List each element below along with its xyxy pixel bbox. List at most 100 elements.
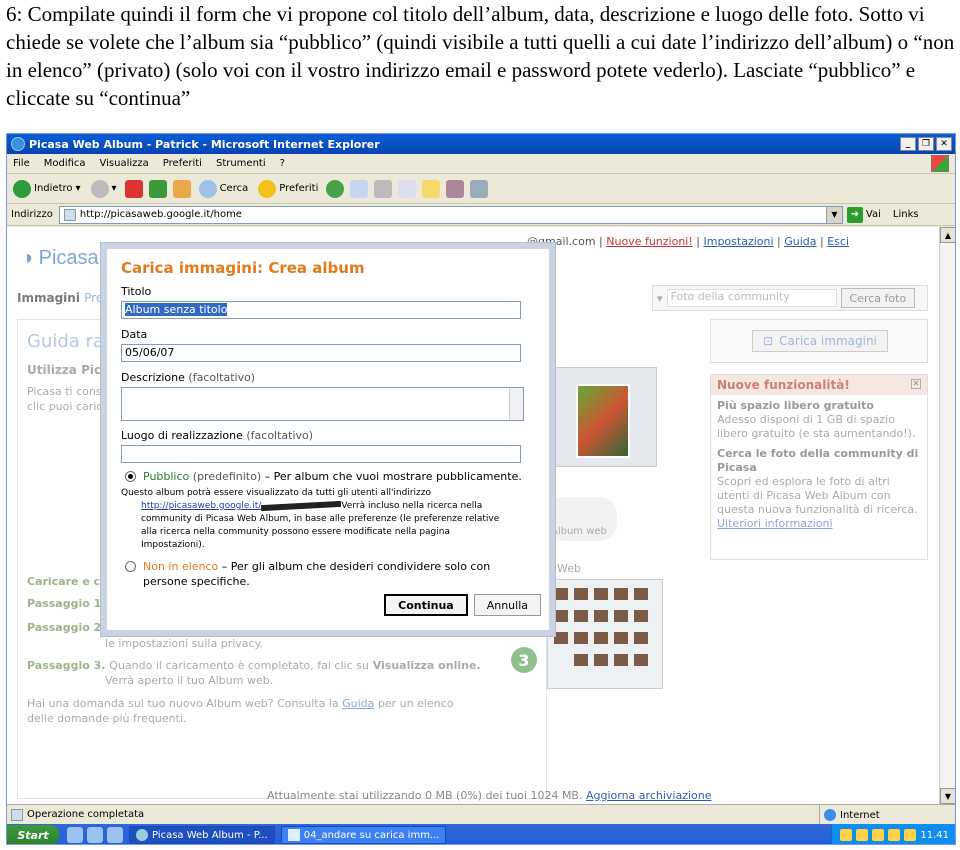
folder-quicklaunch-icon[interactable] <box>107 827 123 843</box>
stop-icon[interactable] <box>124 179 143 198</box>
address-url: http://picasaweb.google.it/home <box>79 209 242 220</box>
menu-file[interactable]: File <box>13 158 30 169</box>
home-icon[interactable] <box>172 179 191 198</box>
minimize-button[interactable]: _ <box>900 137 916 151</box>
continue-button[interactable]: Continua <box>384 594 468 616</box>
public-radio[interactable] <box>125 471 136 482</box>
date-label: Data <box>121 328 148 341</box>
window-title: Picasa Web Album - Patrick - Microsoft I… <box>29 137 380 151</box>
album-title-input[interactable]: Album senza titolo <box>121 301 521 319</box>
search-photos-button[interactable]: Cerca foto <box>840 288 916 308</box>
folder-icon[interactable] <box>422 179 441 198</box>
description-textarea[interactable] <box>121 387 524 421</box>
upgrade-storage-link[interactable]: Aggiorna archiviazione <box>586 789 712 802</box>
edit-icon[interactable] <box>398 179 417 198</box>
upload-images-button[interactable]: ⊡ Carica immagini <box>752 330 888 352</box>
print-icon[interactable] <box>374 179 393 198</box>
go-button[interactable]: ➜ Vai <box>846 206 881 223</box>
storage-footer: Attualmente stai utilizzando 0 MB (0%) d… <box>267 789 712 802</box>
go-arrow-icon: ➜ <box>846 206 863 223</box>
ie-quicklaunch-icon[interactable] <box>67 827 83 843</box>
album-date-input[interactable]: 05/06/07 <box>121 344 521 362</box>
more-info-link[interactable]: Ulteriori informazioni <box>717 517 833 530</box>
menu-strumenti[interactable]: Strumenti <box>216 158 266 169</box>
dialog-title: Carica immagini: Crea album <box>121 259 365 277</box>
tab-images[interactable]: Immagini <box>17 291 80 305</box>
picasa-logo: ◑ Picasa <box>21 247 99 269</box>
start-button[interactable]: Start <box>7 825 59 844</box>
tray-icon-3[interactable] <box>872 829 885 841</box>
scroll-up-icon[interactable]: ▲ <box>940 227 955 243</box>
community-search-input[interactable]: Foto della community <box>666 289 837 307</box>
textarea-scrollbar[interactable] <box>509 388 523 420</box>
guide-text-2: clic puoi caric <box>27 400 103 413</box>
news-paragraph-1: Adesso disponi di 1 GB di spazio libero … <box>717 413 916 440</box>
tray-icon-1[interactable] <box>840 829 853 841</box>
menu-preferiti[interactable]: Preferiti <box>163 158 202 169</box>
task-word-doc[interactable]: 04_andare su carica imm... <box>280 826 447 844</box>
address-bar: Indirizzo http://picasaweb.google.it/hom… <box>7 204 955 226</box>
public-url-link[interactable]: http://picasaweb.google.it/ <box>141 501 261 511</box>
menu-bar: File Modifica Visualizza Preferiti Strum… <box>7 154 955 174</box>
news-heading-2: Cerca le foto della community di Picasa <box>717 447 919 474</box>
page-icon <box>63 208 76 221</box>
guide-title: Guida ra <box>27 331 104 352</box>
faq-guide-link[interactable]: Guida <box>342 697 374 710</box>
close-button[interactable]: ✕ <box>936 137 952 151</box>
place-input[interactable] <box>121 445 521 463</box>
step-2: Passaggio 2. <box>27 621 106 634</box>
restore-button[interactable]: ❐ <box>918 137 934 151</box>
scroll-down-icon[interactable]: ▼ <box>940 788 955 804</box>
chevron-down-icon[interactable]: ▼ <box>825 206 842 223</box>
search-button[interactable]: Cerca <box>197 177 251 201</box>
step-3: Passaggio 3. Quando il caricamento è com… <box>27 659 481 672</box>
address-input[interactable]: http://picasaweb.google.it/home ▼ <box>58 205 843 224</box>
links-button[interactable]: Links <box>893 209 919 220</box>
news-heading-1: Più spazio libero gratuito <box>717 399 874 412</box>
task-picasa[interactable]: Picasa Web Album - P... <box>129 826 275 844</box>
exit-link[interactable]: Esci <box>827 235 849 248</box>
messenger-icon[interactable] <box>470 179 489 198</box>
create-album-dialog: Carica immagini: Crea album Titolo Album… <box>101 243 555 636</box>
back-button[interactable]: Indietro ▾ <box>11 177 83 201</box>
close-icon[interactable]: ✕ <box>911 379 921 389</box>
community-search: ▾ Foto della community Cerca foto <box>652 285 928 311</box>
news-title: Nuove funzionalità! ✕ <box>711 375 927 395</box>
new-features-link[interactable]: Nuove funzioni! <box>606 235 693 248</box>
tray-icon-2[interactable] <box>856 829 869 841</box>
word-icon <box>287 829 300 841</box>
menu-help[interactable]: ? <box>280 158 285 169</box>
album-web-bubble: Album web <box>547 497 617 541</box>
guide-text-1: Picasa ti cons <box>27 385 102 398</box>
tray-icon-4[interactable] <box>888 829 901 841</box>
system-tray: 11.41 <box>831 824 955 844</box>
step-2-text: le impostazioni sulla privacy. <box>105 637 264 650</box>
internet-zone: Internet <box>819 805 880 825</box>
web-page: ◑ Picasa @gmail.com | Nuove funzioni! | … <box>7 227 939 804</box>
mail-icon[interactable] <box>350 179 369 198</box>
upload-heading: Caricare e c <box>27 575 101 588</box>
unlisted-radio[interactable] <box>125 561 136 572</box>
menu-modifica[interactable]: Modifica <box>44 158 86 169</box>
step-3-badge: 3 <box>511 647 537 673</box>
favorites-button[interactable]: Preferiti <box>256 177 320 201</box>
flower-photo <box>576 384 630 458</box>
refresh-icon[interactable] <box>148 179 167 198</box>
toolbar: Indietro ▾ ▾ Cerca Preferiti <box>7 174 955 204</box>
use-heading: Utilizza Pic <box>27 363 102 377</box>
page-scrollbar[interactable]: ▲ ▼ <box>939 227 955 804</box>
chevron-down-icon[interactable]: ▾ <box>657 292 663 305</box>
menu-visualizza[interactable]: Visualizza <box>100 158 149 169</box>
research-icon[interactable] <box>446 179 465 198</box>
history-icon[interactable] <box>326 179 345 198</box>
status-text: Operazione completata <box>27 809 145 820</box>
top-links: @gmail.com | Nuove funzioni! | Impostazi… <box>527 235 850 248</box>
screenshot-illustration <box>547 367 657 467</box>
cancel-button[interactable]: Annulla <box>473 594 541 616</box>
settings-link[interactable]: Impostazioni <box>703 235 773 248</box>
forward-button[interactable]: ▾ <box>89 177 119 201</box>
tray-icon-5[interactable] <box>904 829 917 841</box>
guide-link[interactable]: Guida <box>784 235 816 248</box>
status-bar: Operazione completata Internet <box>7 804 955 825</box>
outlook-quicklaunch-icon[interactable] <box>87 827 103 843</box>
